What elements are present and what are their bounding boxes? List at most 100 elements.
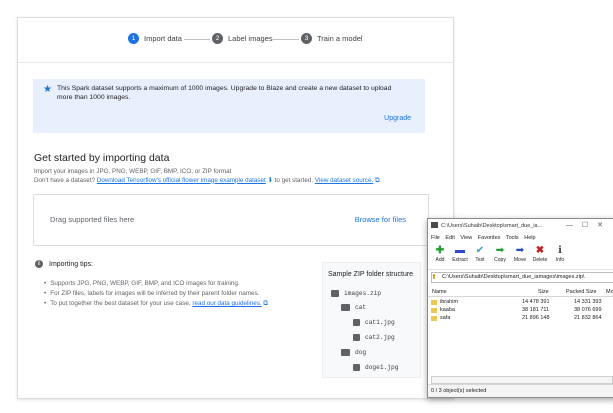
column-size[interactable]: Size [538, 289, 549, 295]
toolbar-label: Extract [452, 257, 468, 263]
dataset-source-link[interactable]: View dataset source. [315, 177, 373, 184]
zip-row-label: cat1.jpg [365, 319, 395, 326]
column-packed-size[interactable]: Packed Size [566, 289, 597, 295]
format-text: Import your images in JPG, PNG, WEBP, GI… [34, 168, 232, 175]
step-label: Label images [228, 34, 273, 43]
check-icon: ✔ [475, 245, 485, 256]
zip-row-label: dog [355, 349, 367, 356]
extract-button[interactable]: ▬ Extract [450, 245, 470, 263]
add-button[interactable]: ✚ Add [430, 245, 450, 263]
file-row[interactable]: kaaba 38 181 711 38 076 699 [428, 307, 613, 315]
zip-file-icon [331, 290, 339, 297]
path-bar[interactable]: ⬆ C:\Users\Suhaib\Desktop\smart_due_iama… [431, 272, 613, 283]
copy-arrow-icon: ➡ [495, 245, 505, 256]
menu-file[interactable]: File [431, 235, 440, 241]
zip-row-label: cat [355, 304, 367, 311]
import-description: Import your images in JPG, PNG, WEBP, GI… [34, 168, 434, 185]
minus-icon: ▬ [455, 245, 465, 256]
zip-folder-row: dog [341, 349, 366, 356]
folder-icon [431, 308, 437, 313]
file-size: 14 478 391 [522, 299, 550, 305]
step-number: 2 [212, 33, 223, 44]
zip-structure-panel: Sample ZIP folder structure images.zip c… [322, 262, 421, 378]
file-name: ibrahim [440, 299, 459, 305]
banner-message: This Spark dataset supports a maximum of… [57, 85, 392, 101]
external-link-icon[interactable]: ⧉ [263, 300, 268, 307]
menu-help[interactable]: Help [524, 235, 535, 241]
window-titlebar[interactable]: C:\Users\Suhaib\Desktop\smart_due_ia... … [428, 219, 613, 232]
star-icon: ★ [43, 84, 52, 95]
toolbar-label: Add [435, 257, 445, 263]
move-arrow-icon: ➡ [515, 245, 525, 256]
zip-folder-row: cat [341, 304, 366, 311]
download-icon: ⬇ [267, 176, 273, 184]
status-text: 0 / 3 object(s) selected [431, 388, 487, 394]
test-button[interactable]: ✔ Test [470, 245, 490, 263]
step-number: 1 [128, 33, 139, 44]
zip-file-row: images.zip [331, 290, 381, 297]
page-title: Get started by importing data [34, 152, 170, 164]
menu-edit[interactable]: Edit [445, 235, 454, 241]
info-button[interactable]: ℹ Info [550, 245, 570, 263]
winrar-window[interactable]: C:\Users\Suhaib\Desktop\smart_due_ia... … [427, 218, 613, 398]
step-label-images[interactable]: 2 Label images [212, 33, 273, 44]
file-name: kaaba [440, 307, 455, 313]
column-modified[interactable]: Mo [606, 289, 613, 295]
upgrade-button[interactable]: Upgrade [384, 115, 411, 122]
example-dataset-link[interactable]: Download Tensorflow's official flower im… [97, 177, 266, 184]
step-connector [184, 39, 210, 40]
drag-text: Drag supported files here [50, 215, 135, 224]
toolbar-label: Delete [532, 257, 548, 263]
file-row[interactable]: ibrahim 14 478 391 14 331 393 [428, 299, 613, 307]
step-label: Import data [144, 34, 182, 43]
delete-button[interactable]: ✖ Delete [530, 245, 550, 263]
image-icon [353, 334, 360, 341]
zip-image-row: cat2.jpg [353, 334, 395, 341]
copy-button[interactable]: ➡ Copy [490, 245, 510, 263]
zip-structure-title: Sample ZIP folder structure [328, 271, 414, 278]
up-folder-icon[interactable]: ⬆ [431, 273, 439, 282]
step-connector [273, 39, 299, 40]
tip-item: Supports JPG, PNG, WEBP, GIF, BMP, and I… [44, 279, 268, 289]
step-number: 3 [301, 33, 312, 44]
step-train-model[interactable]: 3 Train a model [301, 33, 363, 44]
data-guidelines-link[interactable]: read our data guidelines. [192, 300, 261, 307]
upgrade-banner: ★ This Spark dataset supports a maximum … [33, 79, 425, 133]
column-headers: Name Size Packed Size Mo [428, 287, 613, 297]
tip-item: For ZIP files, labels for images will be… [44, 289, 268, 299]
zip-row-label: cat2.jpg [365, 334, 395, 341]
menu-bar: File Edit View Favorites Tools Help [431, 235, 540, 241]
image-icon [353, 364, 360, 371]
menu-tools[interactable]: Tools [506, 235, 519, 241]
move-button[interactable]: ➡ Move [510, 245, 530, 263]
status-bar: 0 / 3 object(s) selected [428, 384, 613, 397]
file-row[interactable]: safa 21 896 148 21 832 864 [428, 315, 613, 323]
path-text: C:\Users\Suhaib\Desktop\smart_due_iamage… [442, 274, 585, 280]
file-packed-size: 21 832 864 [574, 315, 602, 321]
horizontal-scrollbar[interactable] [431, 376, 613, 384]
toolbar-label: Info [555, 257, 565, 263]
delete-x-icon: ✖ [535, 245, 545, 256]
file-size: 21 896 148 [522, 315, 550, 321]
menu-view[interactable]: View [460, 235, 472, 241]
zip-row-label: doge1.jpg [365, 364, 399, 371]
dataset-help-text: Don't have a dataset? Download Tensorflo… [34, 177, 434, 186]
file-packed-size: 14 331 393 [574, 299, 602, 305]
step-import-data[interactable]: 1 Import data [128, 33, 182, 44]
tips-list: Supports JPG, PNG, WEBP, GIF, BMP, and I… [44, 279, 268, 309]
browse-files-button[interactable]: Browse for files [355, 215, 406, 224]
external-link-icon[interactable]: ⧉ [375, 177, 380, 184]
dataset-mid-text: to get started. [274, 176, 314, 184]
step-label: Train a model [317, 34, 363, 43]
toolbar-label: Copy [494, 257, 506, 263]
column-name[interactable]: Name [432, 289, 447, 295]
tips-heading: i Importing tips: [35, 260, 93, 268]
window-controls[interactable]: —☐✕ [566, 221, 612, 229]
tips-title: Importing tips: [49, 260, 93, 268]
file-dropzone[interactable]: Drag supported files here Browse for fil… [33, 194, 429, 246]
toolbar-label: Move [513, 257, 527, 263]
image-icon [353, 319, 360, 326]
info-icon: i [35, 260, 43, 268]
menu-favorites[interactable]: Favorites [478, 235, 501, 241]
plus-icon: ✚ [435, 245, 445, 256]
